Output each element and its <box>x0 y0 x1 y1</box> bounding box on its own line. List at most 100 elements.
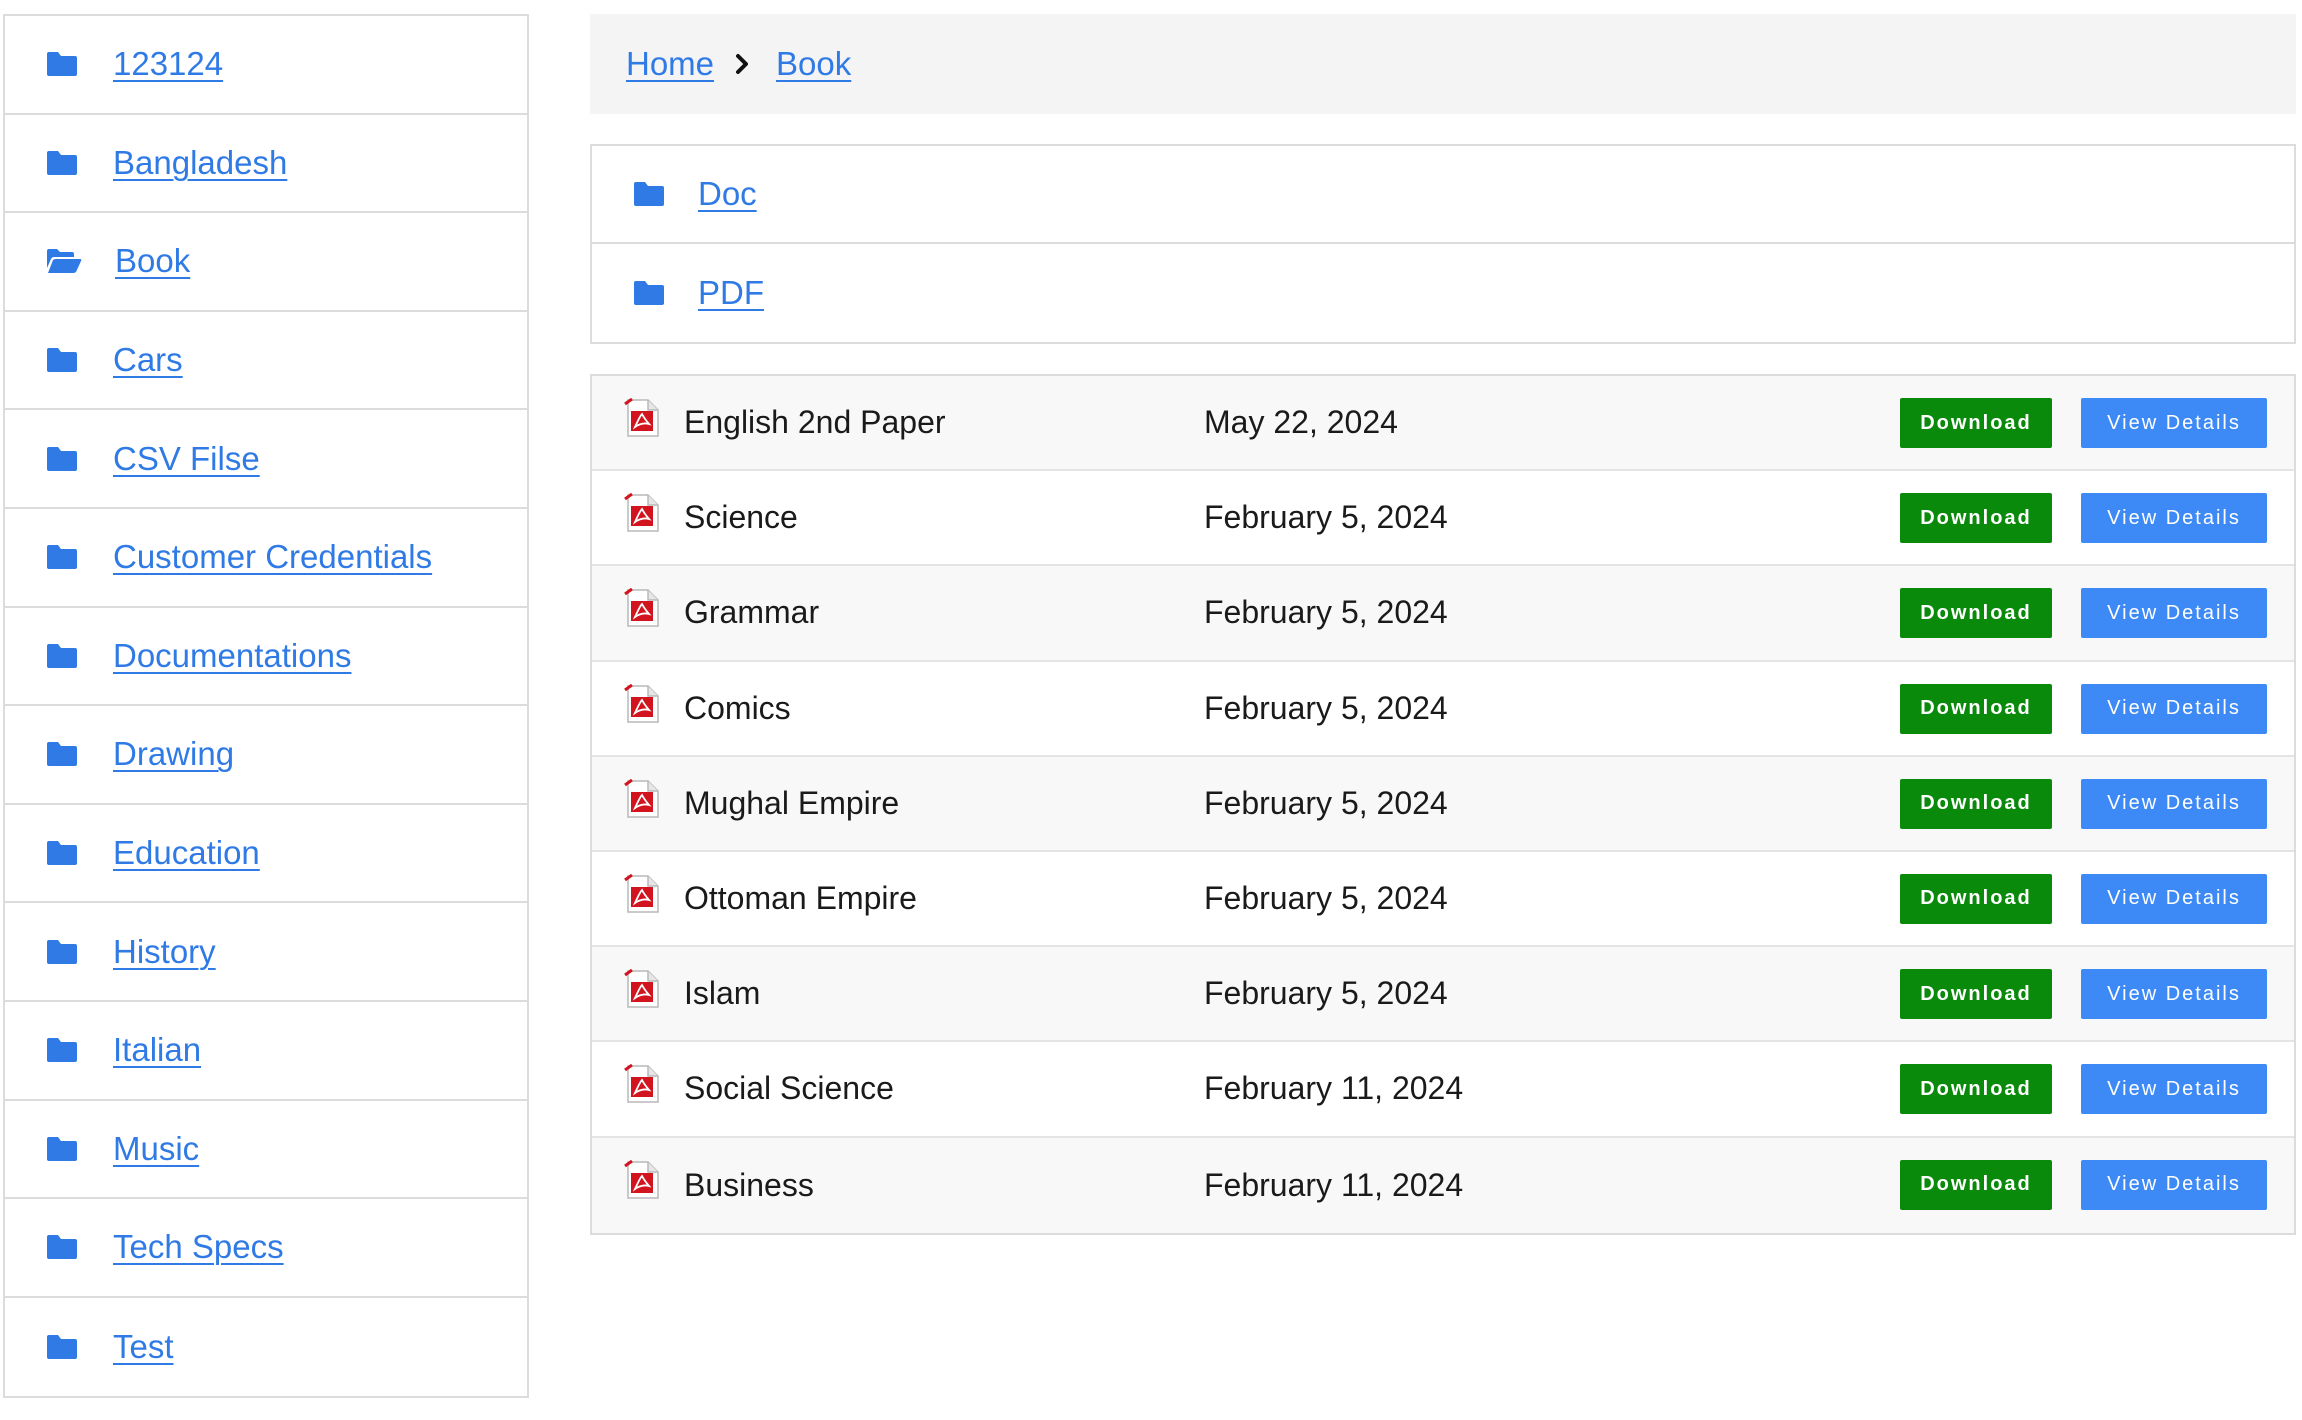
download-button[interactable]: Download <box>1900 969 2052 1020</box>
sidebar-item-label[interactable]: Bangladesh <box>113 144 287 182</box>
file-name: Business <box>684 1166 814 1203</box>
file-date: February 5, 2024 <box>1204 594 1448 631</box>
download-button[interactable]: Download <box>1900 493 2052 544</box>
file-table: English 2nd Paper May 22, 2024 Download … <box>590 374 2296 1235</box>
view-details-button[interactable]: View Details <box>2081 873 2267 924</box>
subfolder-label[interactable]: PDF <box>698 274 764 312</box>
download-button[interactable]: Download <box>1900 1064 2052 1115</box>
table-row: Social Science February 11, 2024 Downloa… <box>592 1042 2294 1138</box>
sidebar-item-label[interactable]: Drawing <box>113 735 234 773</box>
sidebar-item-123124[interactable]: 123124 <box>5 16 527 115</box>
subfolder-item-doc[interactable]: Doc <box>592 146 2294 244</box>
folder-icon <box>45 938 79 966</box>
folder-icon <box>45 740 79 768</box>
folder-icon <box>45 149 79 177</box>
download-button[interactable]: Download <box>1900 683 2052 734</box>
file-date: February 5, 2024 <box>1204 499 1448 536</box>
breadcrumb-home-link[interactable]: Home <box>626 45 714 83</box>
file-name: Comics <box>684 689 791 726</box>
file-date: February 5, 2024 <box>1204 689 1448 726</box>
sidebar-item-label[interactable]: Italian <box>113 1031 201 1069</box>
view-details-button[interactable]: View Details <box>2081 1159 2267 1210</box>
folder-icon <box>45 1036 79 1064</box>
sidebar-item-bangladesh[interactable]: Bangladesh <box>5 115 527 214</box>
folder-open-icon <box>45 247 83 275</box>
view-details-button[interactable]: View Details <box>2081 778 2267 829</box>
sidebar-item-test[interactable]: Test <box>5 1298 527 1397</box>
sidebar-item-history[interactable]: History <box>5 903 527 1002</box>
chevron-right-icon <box>732 52 752 76</box>
view-details-button[interactable]: View Details <box>2081 398 2267 448</box>
pdf-file-icon <box>624 588 660 628</box>
pdf-file-icon <box>624 492 660 533</box>
sidebar-item-label[interactable]: Cars <box>113 341 183 379</box>
download-button[interactable]: Download <box>1900 398 2052 448</box>
download-button[interactable]: Download <box>1900 588 2052 639</box>
sidebar-item-music[interactable]: Music <box>5 1101 527 1200</box>
sidebar-item-drawing[interactable]: Drawing <box>5 706 527 805</box>
subfolder-item-pdf[interactable]: PDF <box>592 244 2294 342</box>
view-details-button[interactable]: View Details <box>2081 683 2267 734</box>
file-date: February 5, 2024 <box>1204 784 1448 821</box>
folder-icon <box>632 279 666 307</box>
sidebar-item-label[interactable]: Customer Credentials <box>113 538 432 576</box>
file-date: February 5, 2024 <box>1204 975 1448 1012</box>
sidebar-item-education[interactable]: Education <box>5 805 527 904</box>
sidebar-item-label[interactable]: Book <box>115 242 190 280</box>
sidebar-item-label[interactable]: History <box>113 933 216 971</box>
file-name: Ottoman Empire <box>684 880 917 917</box>
file-date: February 11, 2024 <box>1204 1070 1464 1107</box>
subfolder-label[interactable]: Doc <box>698 175 757 213</box>
sidebar-item-label[interactable]: Documentations <box>113 637 351 675</box>
view-details-button[interactable]: View Details <box>2081 588 2267 639</box>
sidebar-item-label[interactable]: Education <box>113 834 260 872</box>
sidebar-item-label[interactable]: Music <box>113 1130 199 1168</box>
pdf-file-icon <box>624 683 660 724</box>
folder-icon <box>632 180 666 208</box>
download-button[interactable]: Download <box>1900 873 2052 924</box>
table-row: Science February 5, 2024 Download View D… <box>592 471 2294 567</box>
table-row: Business February 11, 2024 Download View… <box>592 1137 2294 1233</box>
breadcrumb-current-link[interactable]: Book <box>776 45 851 83</box>
sidebar-item-label[interactable]: Test <box>113 1328 174 1366</box>
folder-sidebar: 123124 Bangladesh Book Cars CSV Filse Cu… <box>3 14 529 1399</box>
folder-icon <box>45 642 79 670</box>
file-name: English 2nd Paper <box>684 404 946 441</box>
folder-icon <box>45 1233 79 1261</box>
folder-icon <box>45 50 79 78</box>
sidebar-item-book[interactable]: Book <box>5 213 527 312</box>
file-name: Mughal Empire <box>684 784 900 821</box>
file-name: Science <box>684 499 798 536</box>
download-button[interactable]: Download <box>1900 1159 2052 1210</box>
table-row: Islam February 5, 2024 Download View Det… <box>592 947 2294 1043</box>
sidebar-item-customer-credentials[interactable]: Customer Credentials <box>5 509 527 608</box>
subfolder-list: Doc PDF <box>590 144 2296 344</box>
view-details-button[interactable]: View Details <box>2081 969 2267 1020</box>
table-row: Mughal Empire February 5, 2024 Download … <box>592 756 2294 852</box>
pdf-file-icon <box>624 968 660 1009</box>
sidebar-item-label[interactable]: Tech Specs <box>113 1228 284 1266</box>
sidebar-item-documentations[interactable]: Documentations <box>5 608 527 707</box>
file-date: February 5, 2024 <box>1204 880 1448 917</box>
table-row: Grammar February 5, 2024 Download View D… <box>592 566 2294 662</box>
folder-icon <box>45 1333 79 1361</box>
pdf-file-icon <box>624 1159 660 1200</box>
pdf-file-icon <box>624 397 660 438</box>
pdf-file-icon <box>624 778 660 819</box>
sidebar-item-label[interactable]: CSV Filse <box>113 440 260 478</box>
pdf-file-icon <box>624 873 660 914</box>
folder-icon <box>45 346 79 374</box>
view-details-button[interactable]: View Details <box>2081 1064 2267 1115</box>
sidebar-item-csv-filse[interactable]: CSV Filse <box>5 410 527 509</box>
file-name: Grammar <box>684 594 820 631</box>
sidebar-item-tech-specs[interactable]: Tech Specs <box>5 1199 527 1298</box>
sidebar-item-label[interactable]: 123124 <box>113 45 223 83</box>
sidebar-item-cars[interactable]: Cars <box>5 312 527 411</box>
file-date: February 11, 2024 <box>1204 1166 1464 1203</box>
view-details-button[interactable]: View Details <box>2081 493 2267 544</box>
download-button[interactable]: Download <box>1900 778 2052 829</box>
sidebar-item-italian[interactable]: Italian <box>5 1002 527 1101</box>
folder-icon <box>45 543 79 571</box>
table-row: Comics February 5, 2024 Download View De… <box>592 661 2294 757</box>
table-row: Ottoman Empire February 5, 2024 Download… <box>592 851 2294 948</box>
